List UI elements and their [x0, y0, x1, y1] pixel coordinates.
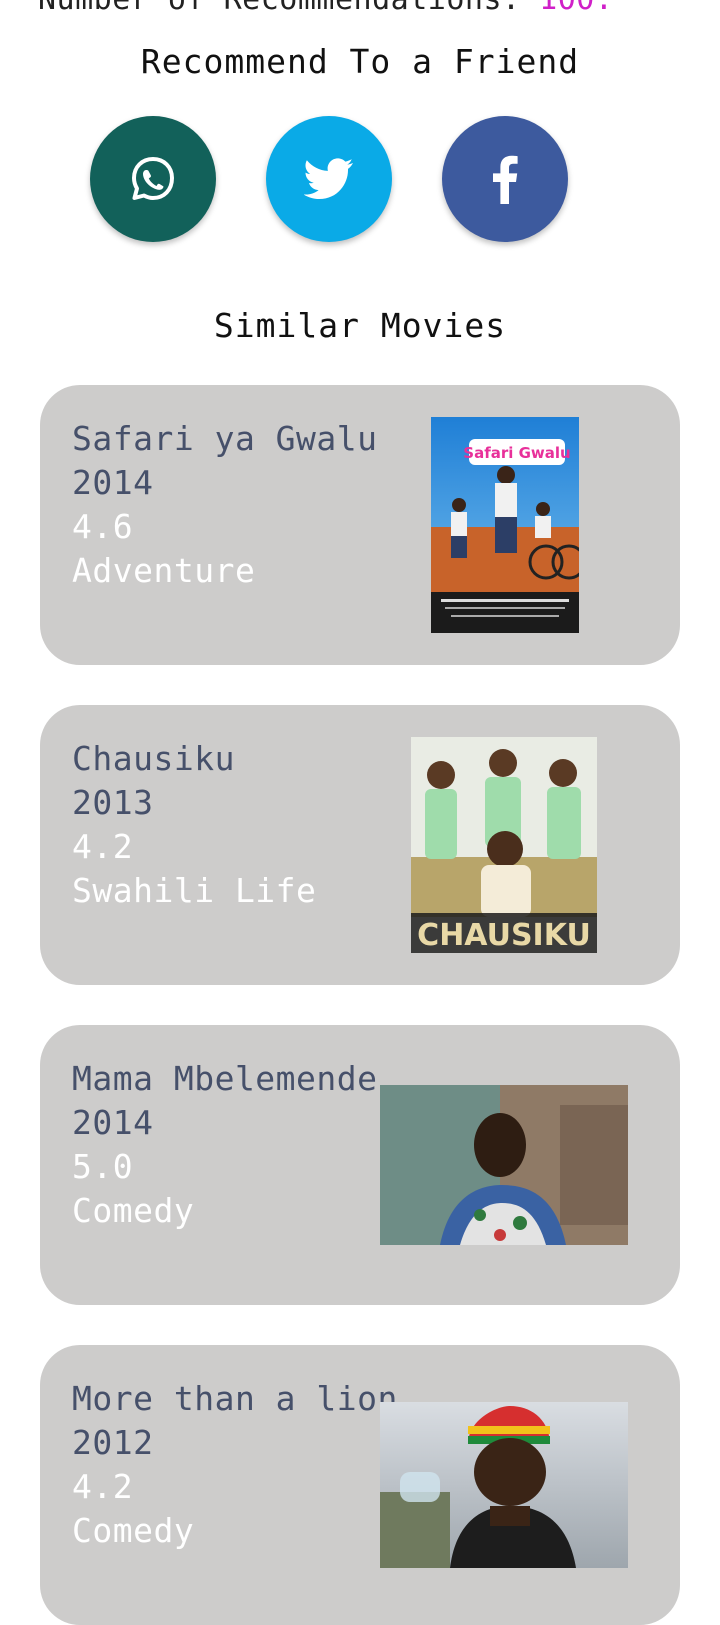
movie-year: 2012: [72, 1423, 154, 1462]
movie-genre: Comedy: [72, 1511, 195, 1550]
movie-poster: Safari Gwalu: [431, 417, 579, 633]
movie-poster: [380, 1085, 628, 1245]
movie-year: 2014: [72, 1103, 154, 1142]
movie-year: 2014: [72, 463, 154, 502]
recommendations-count-line: Number of Recommendations: 100.: [38, 0, 613, 17]
facebook-share-button[interactable]: [442, 116, 568, 242]
movie-card[interactable]: More than a lion 2012 4.2 Comedy: [40, 1345, 680, 1625]
movie-info: Mama Mbelemende 2014 5.0 Comedy: [72, 1057, 378, 1233]
movie-rating: 4.2: [72, 827, 134, 866]
movie-card[interactable]: Mama Mbelemende 2014 5.0 Comedy: [40, 1025, 680, 1305]
poster-logo: Safari Gwalu: [463, 444, 570, 462]
twitter-share-button[interactable]: [266, 116, 392, 242]
recommendations-label: Number of Recommendations:: [38, 0, 521, 17]
movie-title: More than a lion: [72, 1379, 398, 1418]
movie-poster: CHAUSIKU: [411, 737, 597, 953]
recommend-title: Recommend To a Friend: [140, 42, 580, 81]
movie-poster: [380, 1402, 628, 1568]
twitter-icon: [304, 158, 354, 200]
movie-year: 2013: [72, 783, 154, 822]
movie-rating: 5.0: [72, 1147, 134, 1186]
movie-genre: Adventure: [72, 551, 256, 590]
whatsapp-share-button[interactable]: [90, 116, 216, 242]
whatsapp-icon: [130, 156, 176, 202]
movie-title: Mama Mbelemende: [72, 1059, 378, 1098]
facebook-icon: [491, 154, 519, 204]
similar-movies-title: Similar Movies: [213, 306, 507, 345]
movie-card[interactable]: Chausiku 2013 4.2 Swahili Life CHAUSIKU: [40, 705, 680, 985]
recommendations-count: 100.: [539, 0, 613, 17]
share-buttons: [90, 116, 570, 242]
movie-genre: Comedy: [72, 1191, 195, 1230]
movie-title: Chausiku: [72, 739, 235, 778]
movie-info: Chausiku 2013 4.2 Swahili Life: [72, 737, 316, 913]
movie-title: Safari ya Gwalu: [72, 419, 378, 458]
movie-info: Safari ya Gwalu 2014 4.6 Adventure: [72, 417, 378, 593]
movie-card[interactable]: Safari ya Gwalu 2014 4.6 Adventure Safar…: [40, 385, 680, 665]
movie-genre: Swahili Life: [72, 871, 317, 910]
movie-info: More than a lion 2012 4.2 Comedy: [72, 1377, 398, 1553]
poster-logo: CHAUSIKU: [417, 918, 591, 953]
movie-rating: 4.6: [72, 507, 134, 546]
movie-rating: 4.2: [72, 1467, 134, 1506]
